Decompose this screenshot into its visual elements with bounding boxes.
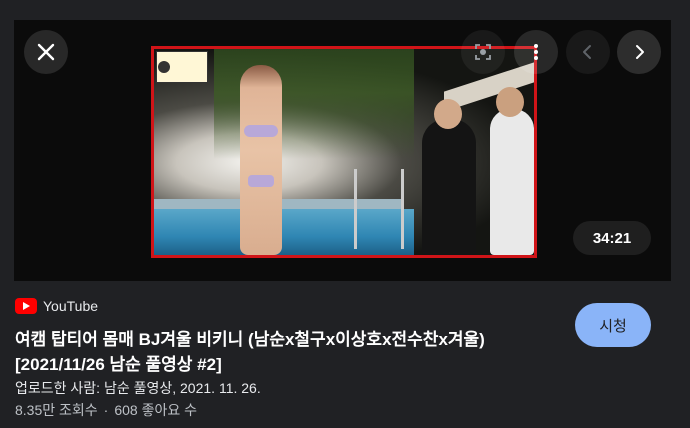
more-vert-icon (534, 44, 538, 60)
next-button[interactable] (617, 30, 661, 74)
stats-separator: · (103, 402, 109, 418)
youtube-logo-icon (15, 298, 37, 314)
like-count: 608 좋아요 수 (114, 402, 198, 418)
video-title[interactable]: 여캠 탑티어 몸매 BJ겨울 비키니 (남순x철구x이상호x전수찬x겨울) [2… (15, 327, 560, 377)
lens-icon (475, 44, 491, 60)
close-icon (37, 43, 55, 61)
thumbnail-ladder (354, 169, 404, 249)
video-stats: 8.35만 조회수 · 608 좋아요 수 (15, 400, 197, 420)
channel-logo-overlay (156, 51, 208, 83)
close-button[interactable] (24, 30, 68, 74)
thumbnail-person (422, 99, 476, 255)
video-thumbnail[interactable] (151, 46, 537, 258)
uploader-info: 업로드한 사람: 남순 풀영상, 2021. 11. 26. (15, 380, 261, 396)
view-count: 8.35만 조회수 (15, 402, 98, 418)
source-row[interactable]: YouTube (15, 298, 98, 314)
more-options-button[interactable] (514, 30, 558, 74)
duration-badge: 34:21 (573, 221, 651, 255)
watch-button[interactable]: 시청 (575, 303, 651, 347)
chevron-right-icon (636, 45, 644, 59)
previous-button[interactable] (566, 30, 610, 74)
source-name: YouTube (43, 298, 99, 314)
chevron-left-icon (583, 45, 591, 59)
lens-button[interactable] (461, 30, 505, 74)
thumbnail-figure (240, 65, 282, 255)
thumbnail-person (490, 87, 534, 255)
